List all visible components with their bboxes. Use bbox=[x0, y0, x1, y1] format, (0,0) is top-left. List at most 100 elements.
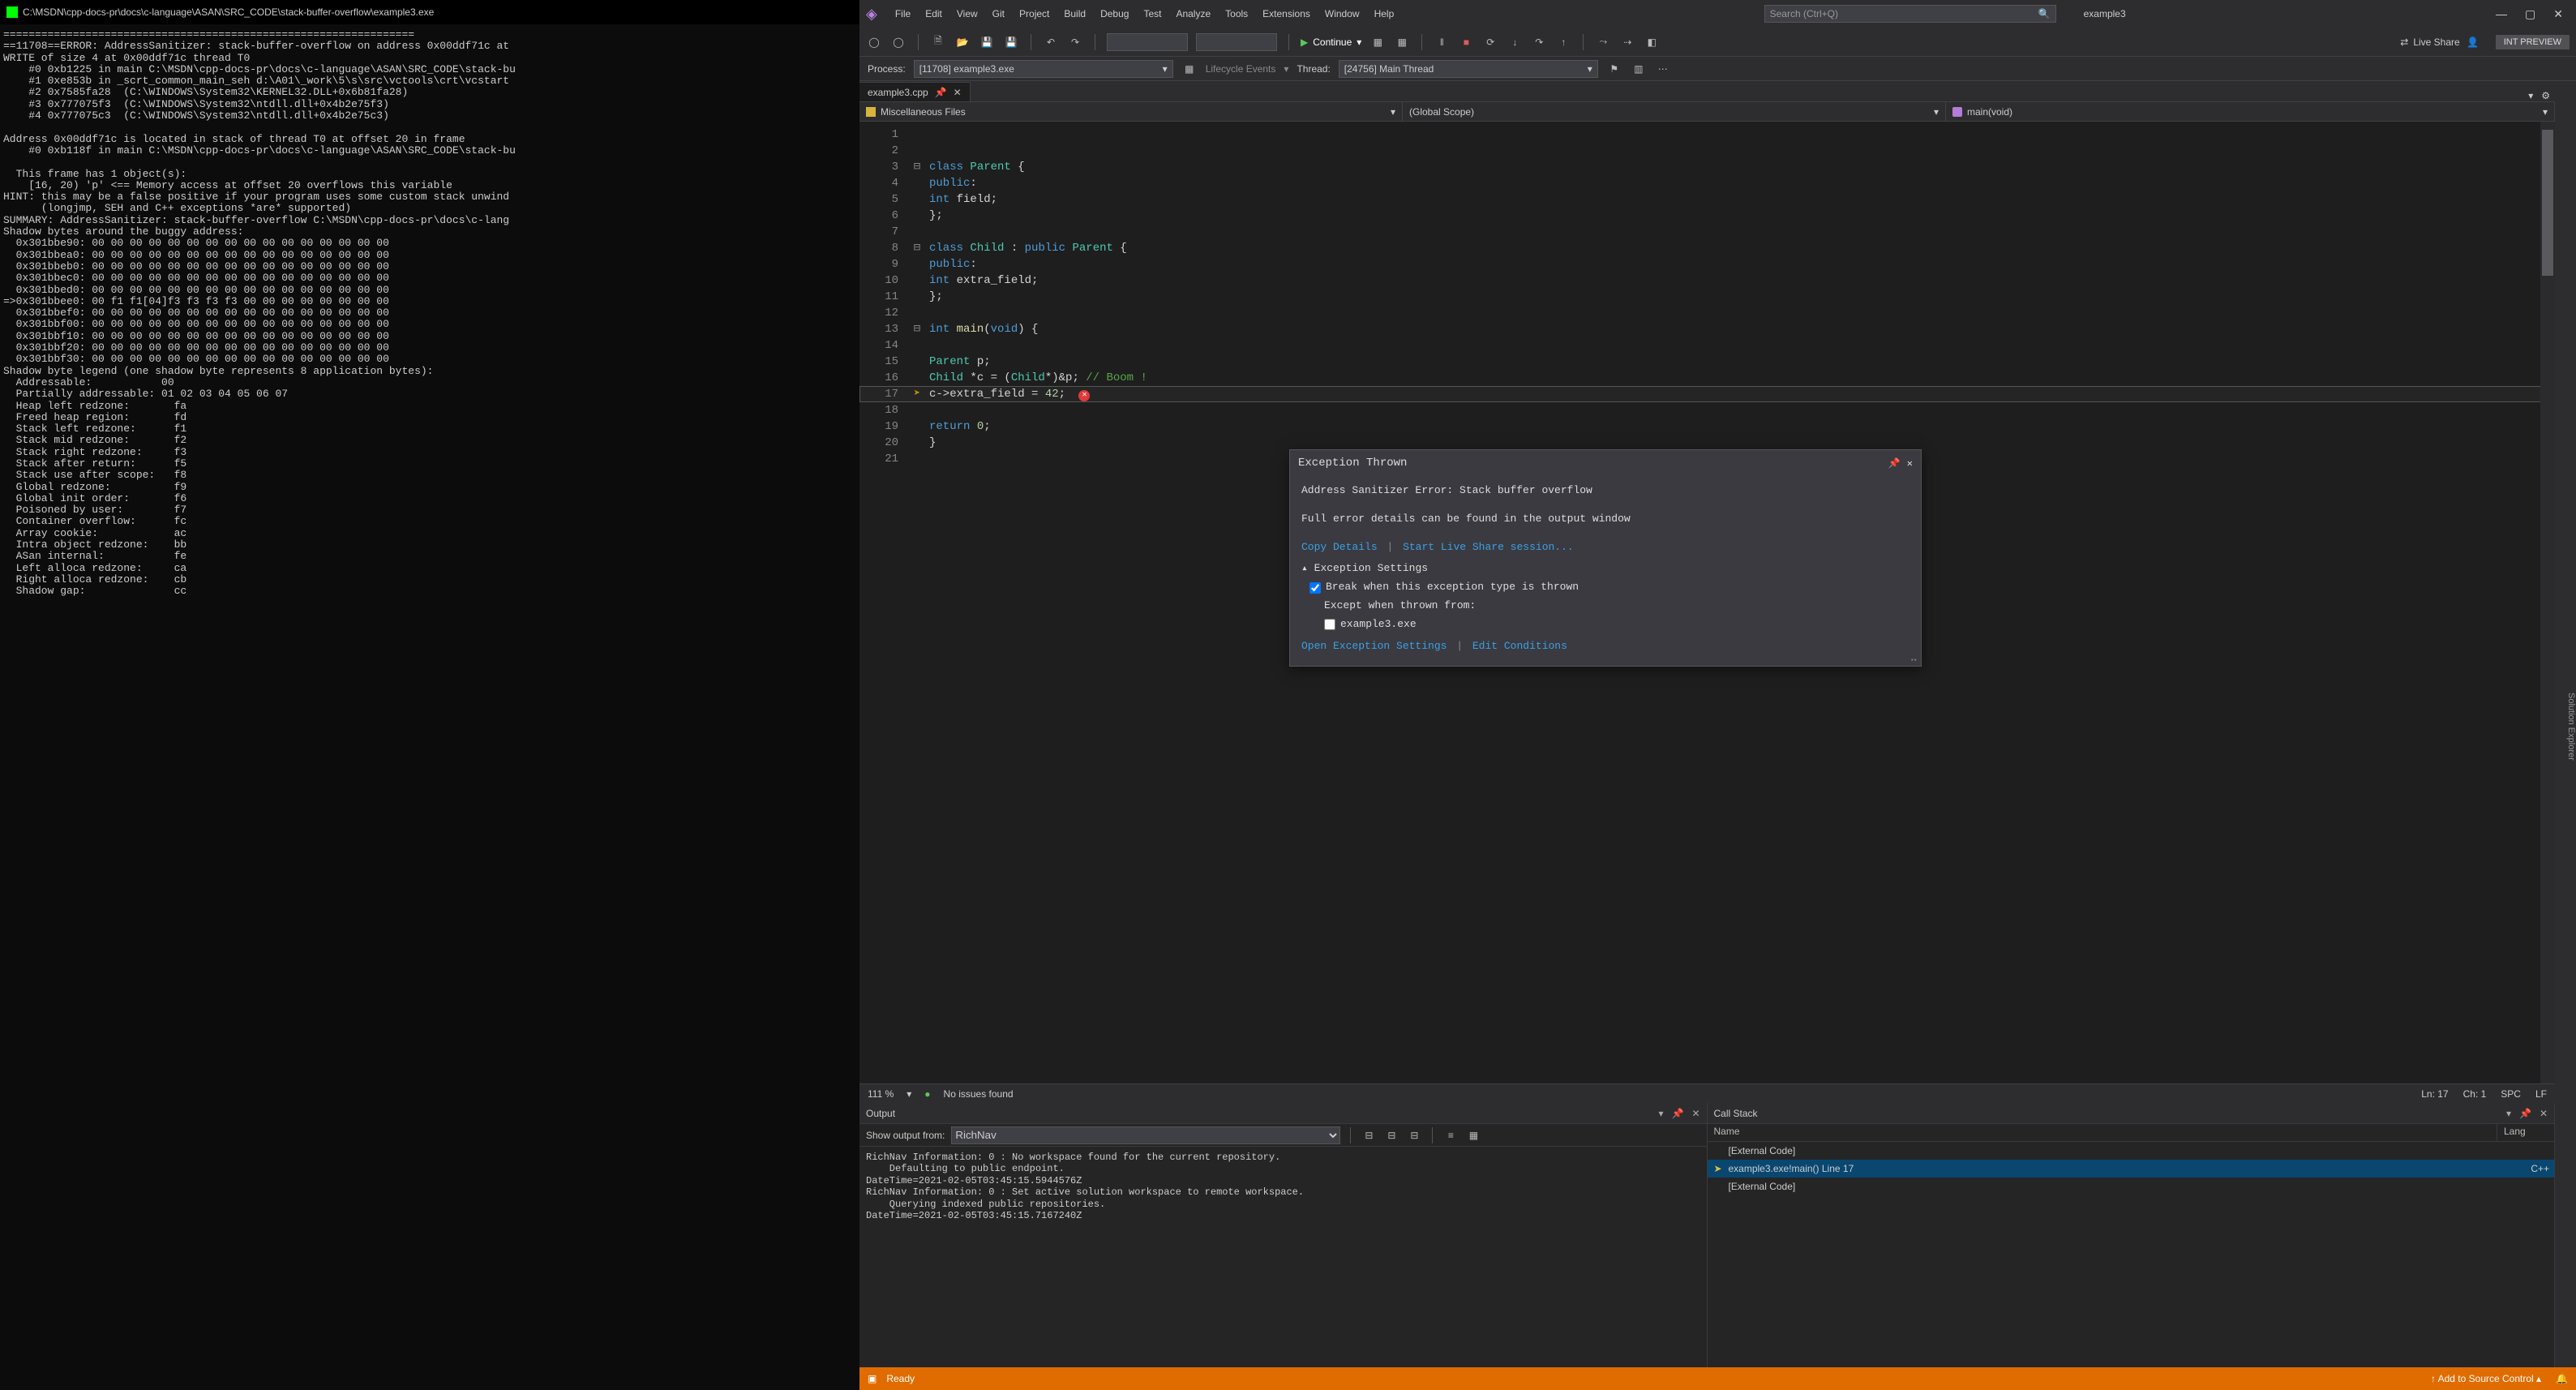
menu-tools[interactable]: Tools bbox=[1225, 8, 1248, 19]
chevron-down-icon: ▾ bbox=[1391, 106, 1395, 118]
out-tool-icon5[interactable]: ▦ bbox=[1465, 1127, 1481, 1143]
step-over-icon[interactable]: ↷ bbox=[1531, 34, 1547, 50]
tb-icon-2[interactable]: ▦ bbox=[1394, 34, 1410, 50]
pause-icon[interactable]: ‖ bbox=[1434, 34, 1450, 50]
panel-pin-icon[interactable]: 📌 bbox=[2519, 1108, 2531, 1119]
menu-file[interactable]: File bbox=[895, 8, 911, 19]
menu-debug[interactable]: Debug bbox=[1100, 8, 1129, 19]
vs-statusbar: ▣ Ready ↑ Add to Source Control ▴ 🔔 bbox=[859, 1367, 2576, 1390]
new-file-icon[interactable]: 🗎 bbox=[930, 34, 946, 50]
menu-view[interactable]: View bbox=[957, 8, 978, 19]
maximize-button[interactable]: ▢ bbox=[2525, 7, 2535, 21]
tab-gear-icon[interactable]: ⚙ bbox=[2541, 90, 2550, 101]
fold-gutter[interactable]: ⊟ ⊟ ⊟ ➤ bbox=[908, 122, 926, 467]
notification-icon[interactable]: 🔔 bbox=[2556, 1373, 2568, 1384]
search-box[interactable]: Search (Ctrl+Q) 🔍 bbox=[1764, 5, 2056, 23]
menu-test[interactable]: Test bbox=[1143, 8, 1161, 19]
callstack-row[interactable]: [External Code] bbox=[1708, 1178, 2555, 1195]
tb-icon-1[interactable]: ▦ bbox=[1369, 34, 1386, 50]
menu-project[interactable]: Project bbox=[1019, 8, 1049, 19]
redo-icon[interactable]: ↷ bbox=[1067, 34, 1083, 50]
stop-icon[interactable]: ■ bbox=[1458, 34, 1474, 50]
flag-icon[interactable]: ⚑ bbox=[1606, 61, 1622, 77]
nav-member-dropdown[interactable]: main(void) ▾ bbox=[1946, 102, 2555, 121]
out-tool-icon[interactable]: ⊟ bbox=[1361, 1127, 1377, 1143]
open-icon[interactable]: 📂 bbox=[954, 34, 971, 50]
thread-dropdown[interactable]: [24756] Main Thread ▾ bbox=[1339, 60, 1598, 78]
except-example3-checkbox[interactable] bbox=[1324, 619, 1335, 630]
stack-icon[interactable]: ▥ bbox=[1631, 61, 1647, 77]
pin-icon[interactable]: 📌 bbox=[1888, 457, 1901, 470]
restart-icon[interactable]: ⟳ bbox=[1482, 34, 1498, 50]
out-tool-icon2[interactable]: ⊟ bbox=[1383, 1127, 1399, 1143]
tab-overflow-icon[interactable]: ▾ bbox=[2528, 90, 2533, 101]
except-when-label: Except when thrown from: bbox=[1324, 598, 1476, 615]
panel-close-icon[interactable]: ✕ bbox=[2540, 1108, 2548, 1119]
solution-config-dropdown[interactable] bbox=[1107, 33, 1188, 51]
vertical-scrollbar[interactable] bbox=[2540, 122, 2555, 1083]
copy-details-link[interactable]: Copy Details bbox=[1301, 541, 1378, 553]
menu-build[interactable]: Build bbox=[1064, 8, 1086, 19]
open-exception-settings-link[interactable]: Open Exception Settings bbox=[1301, 640, 1447, 652]
panel-close-icon[interactable]: ✕ bbox=[1691, 1108, 1699, 1119]
save-all-icon[interactable]: 💾 bbox=[1003, 34, 1019, 50]
close-icon[interactable]: ✕ bbox=[954, 87, 962, 98]
output-source-dropdown[interactable]: RichNav bbox=[951, 1126, 1340, 1144]
solution-explorer-tab[interactable]: Solution Explorer bbox=[2566, 693, 2576, 761]
edit-conditions-link[interactable]: Edit Conditions bbox=[1472, 640, 1567, 652]
chevron-down-icon[interactable]: ▾ bbox=[907, 1088, 911, 1100]
save-icon[interactable]: 💾 bbox=[979, 34, 995, 50]
account-icon[interactable]: 👤 bbox=[2465, 34, 2481, 50]
nav-project-dropdown[interactable]: Miscellaneous Files ▾ bbox=[859, 102, 1403, 121]
menu-edit[interactable]: Edit bbox=[925, 8, 942, 19]
tb-misc-icon3[interactable]: ◧ bbox=[1644, 34, 1660, 50]
menu-help[interactable]: Help bbox=[1374, 8, 1395, 19]
zoom-level[interactable]: 111 % bbox=[868, 1088, 894, 1100]
nav-back-icon[interactable]: ◯ bbox=[866, 34, 882, 50]
step-out-icon[interactable]: ↑ bbox=[1555, 34, 1571, 50]
panel-dropdown-icon[interactable]: ▾ bbox=[1658, 1108, 1663, 1119]
callstack-col-lang[interactable]: Lang bbox=[2497, 1124, 2554, 1141]
callstack-row-current[interactable]: ➤ example3.exe!main() Line 17 C++ bbox=[1708, 1160, 2555, 1178]
console-titlebar[interactable]: C:\MSDN\cpp-docs-pr\docs\c-language\ASAN… bbox=[0, 0, 859, 24]
lifecycle-icon[interactable]: ▦ bbox=[1181, 61, 1198, 77]
out-tool-icon4[interactable]: ≡ bbox=[1442, 1127, 1459, 1143]
tab-example3cpp[interactable]: example3.cpp 📌 ✕ bbox=[859, 82, 971, 101]
menu-analyze[interactable]: Analyze bbox=[1176, 8, 1211, 19]
close-button[interactable]: ✕ bbox=[2553, 7, 2563, 21]
solution-platform-dropdown[interactable] bbox=[1196, 33, 1277, 51]
callstack-row[interactable]: [External Code] bbox=[1708, 1142, 2555, 1160]
tb-misc-icon2[interactable]: ⇢ bbox=[1619, 34, 1635, 50]
tb-misc-icon[interactable]: ⤳ bbox=[1595, 34, 1611, 50]
close-icon[interactable]: ✕ bbox=[1907, 457, 1913, 470]
code-content[interactable]: class Parent { public: int field; }; cla… bbox=[926, 122, 2555, 467]
callstack-col-name[interactable]: Name bbox=[1708, 1124, 2498, 1141]
step-into-icon[interactable]: ↓ bbox=[1507, 34, 1523, 50]
menu-window[interactable]: Window bbox=[1325, 8, 1360, 19]
liveshare-label[interactable]: Live Share bbox=[2413, 36, 2459, 48]
resize-grip-icon[interactable]: ⣀ bbox=[1909, 648, 1918, 665]
process-dropdown[interactable]: [11708] example3.exe ▾ bbox=[914, 60, 1173, 78]
error-marker-icon[interactable]: ✕ bbox=[1078, 390, 1090, 401]
panel-dropdown-icon[interactable]: ▾ bbox=[2506, 1108, 2511, 1119]
pin-icon[interactable]: 📌 bbox=[935, 87, 947, 98]
nav-fwd-icon[interactable]: ◯ bbox=[890, 34, 907, 50]
panel-pin-icon[interactable]: 📌 bbox=[1671, 1108, 1683, 1119]
menu-git[interactable]: Git bbox=[992, 8, 1005, 19]
start-liveshare-link[interactable]: Start Live Share session... bbox=[1403, 541, 1574, 553]
nav-scope-dropdown[interactable]: (Global Scope) ▾ bbox=[1403, 102, 1946, 121]
undo-icon[interactable]: ↶ bbox=[1043, 34, 1059, 50]
output-text[interactable]: RichNav Information: 0 : No workspace fo… bbox=[859, 1147, 1707, 1367]
code-editor[interactable]: 1 2 3 4 5 6 7 8 9 10 11 12 13 14 bbox=[859, 122, 2555, 1083]
break-when-thrown-checkbox[interactable] bbox=[1309, 582, 1321, 594]
thread-misc-icon[interactable]: ⋯ bbox=[1655, 61, 1671, 77]
vs-toolbar: ◯ ◯ 🗎 📂 💾 💾 ↶ ↷ ▶ Continue ▾ ▦ ▦ ‖ ■ ⟳ ↓… bbox=[859, 28, 2576, 57]
add-source-control-button[interactable]: ↑ Add to Source Control ▴ bbox=[2431, 1373, 2541, 1384]
out-tool-icon3[interactable]: ⊟ bbox=[1406, 1127, 1422, 1143]
folder-icon bbox=[866, 107, 876, 117]
continue-button[interactable]: ▶ Continue ▾ bbox=[1301, 36, 1361, 48]
console-output[interactable]: ========================================… bbox=[0, 24, 859, 1390]
minimize-button[interactable]: — bbox=[2496, 7, 2507, 21]
menu-extensions[interactable]: Extensions bbox=[1262, 8, 1310, 19]
expand-toggle-icon[interactable]: ▴ bbox=[1301, 562, 1308, 574]
